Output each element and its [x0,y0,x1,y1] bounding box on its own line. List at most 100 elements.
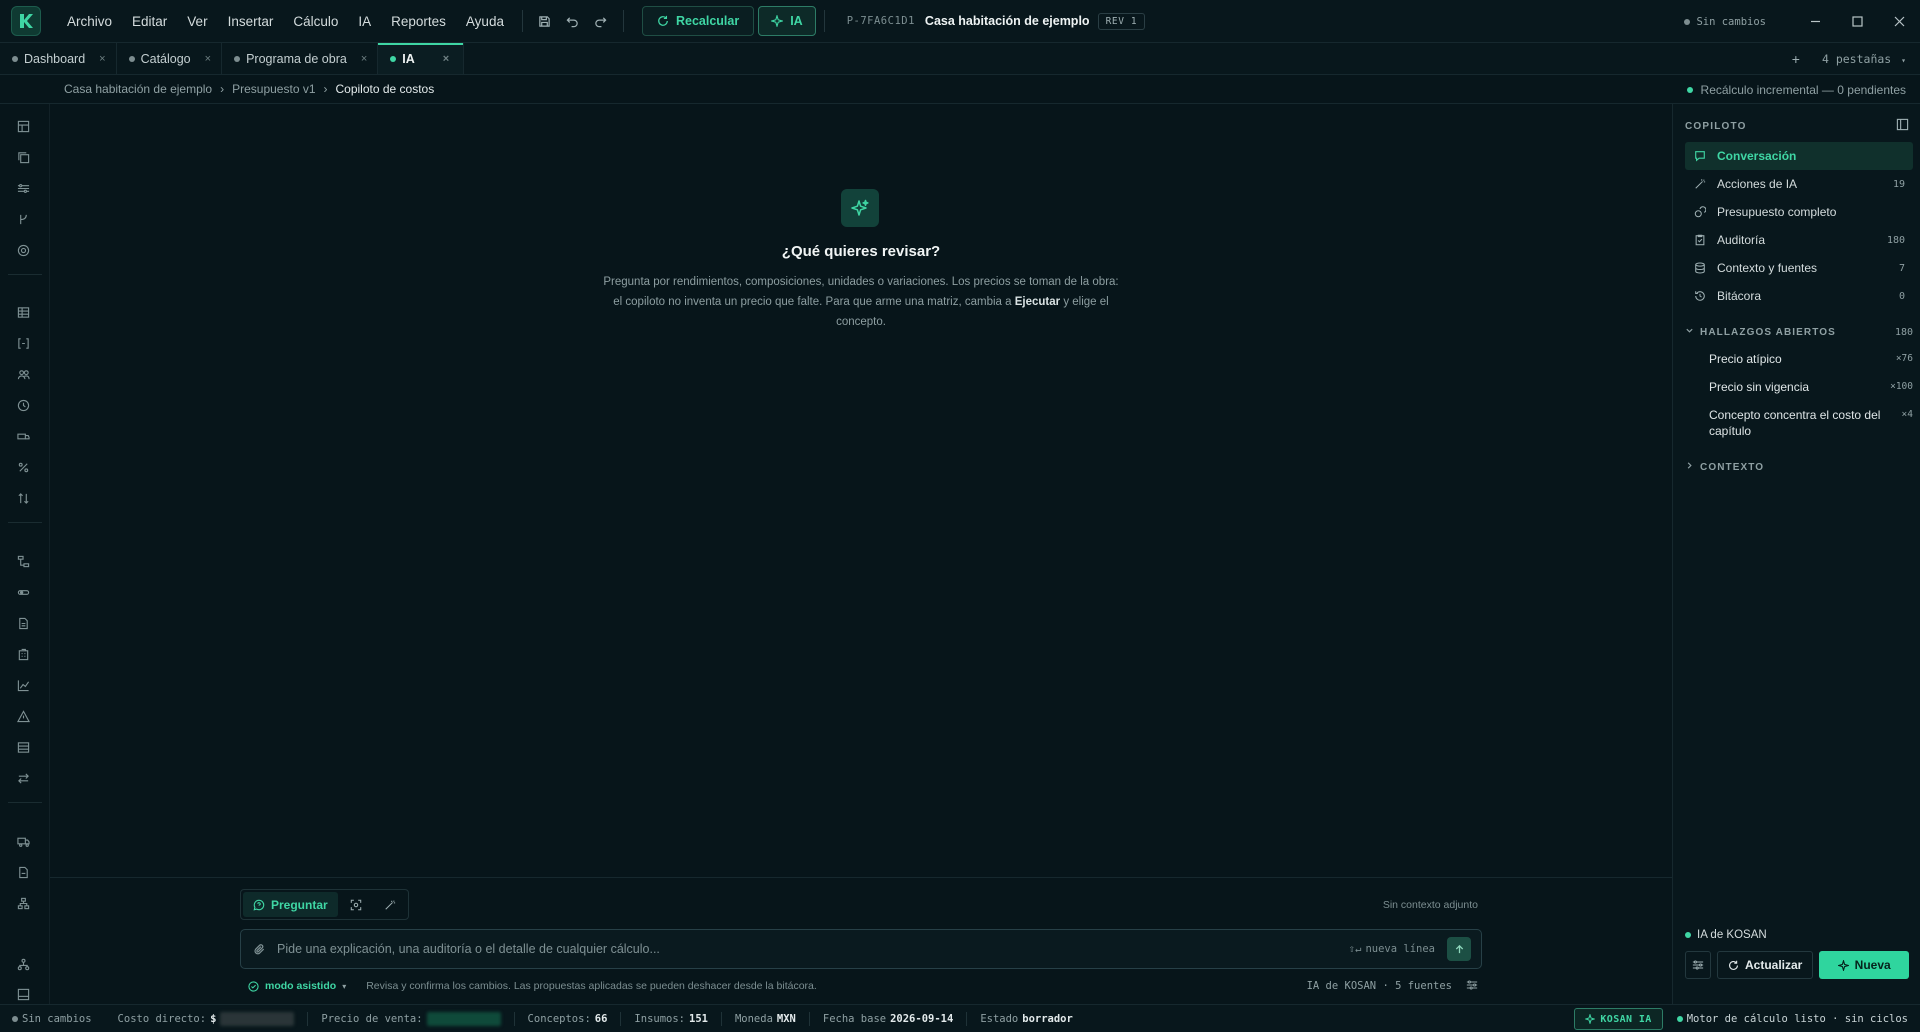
maximize-icon[interactable] [1836,0,1878,43]
brackets-icon[interactable] [13,333,33,353]
people-icon[interactable] [13,364,33,384]
newline-hint-label: nueva línea [1365,943,1435,955]
tab-programa-de-obra[interactable]: Programa de obra × [222,43,379,74]
clock-icon[interactable] [13,395,33,415]
delivery-icon[interactable] [13,831,33,851]
document-icon[interactable] [13,613,33,633]
minimize-icon[interactable] [1794,0,1836,43]
kosan-ia-button[interactable]: KOSAN IA [1574,1008,1663,1030]
add-tab-button[interactable]: + [1792,51,1800,67]
chat-input[interactable] [277,942,1349,956]
chevron-down-icon: ▾ [342,981,347,991]
settings-button[interactable] [1685,951,1711,979]
breadcrumb-separator: › [220,82,225,96]
tab-count-dropdown[interactable]: 4 pestañas ▾ [1822,52,1906,66]
finding-item[interactable]: Precio atípico ×76 [1709,351,1913,367]
base-date: Fecha base 2026-09-14 [810,1005,966,1032]
redo-icon[interactable] [587,7,615,35]
tab-ia[interactable]: IA × [378,43,465,74]
breadcrumb: Casa habitación de ejemplo › Presupuesto… [64,82,434,96]
menu-editar[interactable]: Editar [122,0,177,43]
menu-insertar[interactable]: Insertar [218,0,284,43]
nav-label: Conversación [1717,149,1797,163]
tab-close-icon[interactable]: × [361,53,367,65]
menu-ayuda[interactable]: Ayuda [456,0,514,43]
new-conversation-button[interactable]: Nueva [1819,951,1909,979]
redacted-value [426,1011,501,1026]
status-dot [12,1015,18,1022]
percent-icon[interactable] [13,457,33,477]
org-chart-icon[interactable] [13,893,33,913]
save-icon[interactable] [531,7,559,35]
truck-icon[interactable] [13,426,33,446]
nav-ai-actions[interactable]: Acciones de IA 19 [1685,170,1913,198]
finding-item[interactable]: Precio sin vigencia ×100 [1709,379,1913,395]
toggle-icon[interactable] [13,582,33,602]
ia-button[interactable]: IA [758,6,816,36]
branch-icon[interactable] [13,209,33,229]
scan-mode-button[interactable] [340,892,372,917]
nav-count: 7 [1898,262,1905,274]
finding-item[interactable]: Concepto concentra el costo del capítulo… [1709,407,1913,439]
grid-table-icon[interactable] [13,737,33,757]
nav-context-sources[interactable]: Contexto y fuentes 7 [1685,254,1913,282]
tab-close-icon[interactable]: × [99,53,105,65]
menu-archivo[interactable]: Archivo [57,0,122,43]
assist-mode-dropdown[interactable]: modo asistido ▾ [248,980,346,992]
network-icon[interactable] [13,954,33,974]
refresh-icon [658,15,668,26]
concepts-value: 66 [594,1012,608,1025]
attach-icon[interactable] [241,943,277,956]
save-status: Sin cambios [0,1005,105,1032]
nav-log[interactable]: Bitácora 0 [1685,282,1913,310]
menu-ver[interactable]: Ver [177,0,217,43]
tab-close-icon[interactable]: × [205,53,211,65]
target-icon[interactable] [13,240,33,260]
tab-dashboard[interactable]: Dashboard × [0,43,117,74]
sort-icon[interactable] [13,488,33,508]
table-icon[interactable] [13,302,33,322]
open-findings-toggle[interactable]: HALLAZGOS ABIERTOS 180 [1685,326,1913,338]
recalculate-button[interactable]: Recalcular [641,6,755,36]
nav-full-budget[interactable]: Presupuesto completo [1685,198,1913,226]
building-icon[interactable] [13,644,33,664]
nav-conversation[interactable]: Conversación [1685,142,1913,170]
breadcrumb-project[interactable]: Casa habitación de ejemplo [64,82,212,96]
chart-line-icon[interactable] [13,675,33,695]
menu-ia[interactable]: IA [348,0,381,43]
filters-icon[interactable] [13,178,33,198]
undo-icon[interactable] [559,7,587,35]
save-status-label: Sin cambios [1696,15,1766,28]
menu-reportes[interactable]: Reportes [381,0,456,43]
swap-icon[interactable] [13,768,33,788]
breadcrumb-budget[interactable]: Presupuesto v1 [232,82,315,96]
panel-icon[interactable] [13,984,33,1004]
coins-icon [1693,206,1707,218]
scan-icon [350,899,361,910]
ask-mode-button[interactable]: Preguntar [243,892,338,917]
report-icon[interactable] [13,862,33,882]
context-toggle[interactable]: CONTEXTO [1685,461,1913,473]
finding-count: ×100 [1890,381,1913,392]
finding-label: Concepto concentra el costo del capítulo [1709,408,1881,438]
tab-catalogo[interactable]: Catálogo × [117,43,223,74]
warning-icon[interactable] [13,706,33,726]
dashboard-icon[interactable] [13,116,33,136]
concepts-label: Conceptos: [527,1012,591,1025]
collapse-panel-icon[interactable] [1896,118,1909,134]
close-icon[interactable] [1878,0,1920,43]
document-state: Estado borrador [967,1005,1086,1032]
nav-audit[interactable]: Auditoría 180 [1685,226,1913,254]
send-button[interactable] [1447,937,1471,961]
update-button[interactable]: Actualizar [1717,951,1814,979]
tab-close-icon[interactable]: × [443,53,449,65]
divider [823,10,825,32]
magic-wand-icon [385,899,395,910]
menu-bar: Archivo Editar Ver Insertar Cálculo IA R… [57,0,514,43]
sliders-icon[interactable] [1466,979,1478,994]
composer-footer: modo asistido ▾ Revisa y confirma los ca… [248,976,1478,996]
copy-icon[interactable] [13,147,33,167]
menu-calculo[interactable]: Cálculo [283,0,348,43]
hierarchy-icon[interactable] [13,551,33,571]
execute-mode-button[interactable] [374,892,406,917]
